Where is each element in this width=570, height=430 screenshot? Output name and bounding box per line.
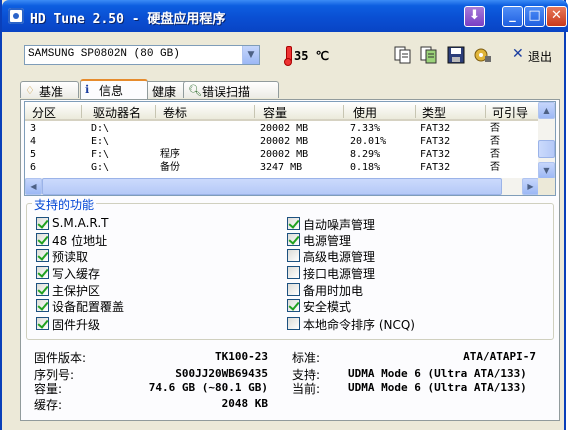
checkbox[interactable] (287, 283, 300, 296)
column-header[interactable]: 容量 (263, 104, 287, 121)
window-title: HD Tune 2.50 - 硬盘应用程序 (30, 12, 226, 27)
scroll-corner (538, 178, 555, 195)
features-title: 支持的功能 (32, 196, 97, 213)
support-value: UDMA Mode 6 (Ultra ATA/133) (348, 367, 527, 380)
checkbox[interactable] (36, 299, 49, 312)
column-header[interactable]: 使用 (353, 104, 377, 121)
cache-label: 缓存: (34, 398, 63, 412)
firmware-label: 固件版本: (34, 351, 87, 365)
chevron-down-icon[interactable]: ▼ (242, 46, 259, 64)
download-icon[interactable]: ⬇ (464, 6, 485, 27)
partition-list[interactable]: 分区 驱动器名 卷标 容量 使用 类型 可引导 3 D:\ 20002 MB 7… (24, 101, 556, 196)
horizontal-scrollbar[interactable]: ◀ ▶ (25, 178, 539, 195)
checkbox[interactable] (287, 299, 300, 312)
exit-label: 退出 (528, 50, 553, 64)
benchmark-icon: ♢ (25, 84, 35, 97)
checkbox[interactable] (287, 217, 300, 230)
column-header[interactable]: 类型 (422, 104, 446, 121)
tab-benchmark[interactable]: ♢ 基准 (20, 81, 79, 99)
scroll-up-icon[interactable]: ▲ (538, 102, 555, 119)
minimize-button[interactable]: _ (502, 6, 523, 27)
thermometer-icon (284, 46, 292, 66)
temperature-value: 35 ℃ (294, 49, 330, 63)
checkbox[interactable] (36, 217, 49, 230)
close-button[interactable]: ✕ (546, 6, 567, 27)
scroll-thumb[interactable] (538, 140, 555, 158)
table-row[interactable]: 5 F:\ 程序 20002 MB 8.29% FAT32 否 (25, 148, 539, 161)
scroll-thumb[interactable] (42, 178, 502, 195)
checkbox[interactable] (36, 283, 49, 296)
checkbox[interactable] (287, 317, 300, 330)
checkbox[interactable] (36, 266, 49, 279)
cache-value: 2048 KB (221, 397, 268, 410)
table-row[interactable]: 3 D:\ 20002 MB 7.33% FAT32 否 (25, 122, 539, 135)
capacity-label: 容量: (34, 382, 63, 396)
exit-button[interactable]: ✕ 退出 (506, 44, 556, 66)
column-header[interactable]: 可引导 (492, 104, 528, 121)
column-header[interactable]: 驱动器名 (93, 104, 141, 121)
copy-icon[interactable] (392, 45, 414, 65)
checkbox[interactable] (287, 249, 300, 262)
scroll-down-icon[interactable]: ▼ (538, 162, 555, 179)
app-icon (8, 8, 24, 24)
app-window: HD Tune 2.50 - 硬盘应用程序 ⬇ _ □ ✕ SAMSUNG SP… (0, 0, 568, 430)
capacity-value: 74.6 GB (~80.1 GB) (148, 381, 268, 394)
standard-label: 标准: (292, 351, 321, 365)
current-value: UDMA Mode 6 (Ultra ATA/133) (348, 381, 527, 394)
firmware-value: TK100-23 (215, 350, 268, 363)
checkbox[interactable] (287, 233, 300, 246)
save-icon[interactable] (445, 45, 467, 65)
checkbox[interactable] (36, 317, 49, 330)
magnifier-icon: 🔍︎ (188, 84, 202, 97)
partition-list-header: 分区 驱动器名 卷标 容量 使用 类型 可引导 (25, 102, 539, 121)
table-row[interactable]: 4 E:\ 20002 MB 20.01% FAT32 否 (25, 135, 539, 148)
title-bar[interactable]: HD Tune 2.50 - 硬盘应用程序 ⬇ _ □ ✕ (2, 0, 568, 32)
info-icon: ℹ (85, 83, 90, 96)
vertical-scrollbar[interactable]: ▲ ▼ (538, 102, 555, 179)
checkbox[interactable] (36, 249, 49, 262)
current-label: 当前: (292, 382, 321, 396)
copy-all-icon[interactable] (418, 45, 440, 65)
serial-value: S00JJ20WB69435 (175, 367, 268, 380)
tab-error-scan[interactable]: 🔍︎ 错误扫描 (183, 81, 279, 99)
column-header[interactable]: 分区 (32, 104, 56, 121)
checkbox[interactable] (287, 266, 300, 279)
options-icon[interactable] (472, 45, 494, 65)
standard-value: ATA/ATAPI-7 (463, 350, 536, 363)
checkbox[interactable] (36, 233, 49, 246)
drive-select[interactable]: SAMSUNG SP0802N (80 GB) ▼ (24, 45, 260, 65)
scroll-left-icon[interactable]: ◀ (25, 178, 42, 195)
close-icon: ✕ (512, 46, 524, 62)
column-header[interactable]: 卷标 (163, 104, 187, 121)
table-row[interactable]: 6 G:\ 备份 3247 MB 0.18% FAT32 否 (25, 161, 539, 174)
maximize-button[interactable]: □ (524, 6, 545, 27)
drive-select-value: SAMSUNG SP0802N (80 GB) (28, 48, 180, 60)
scroll-right-icon[interactable]: ▶ (522, 178, 539, 195)
tab-info[interactable]: ℹ 信息 (80, 79, 148, 99)
